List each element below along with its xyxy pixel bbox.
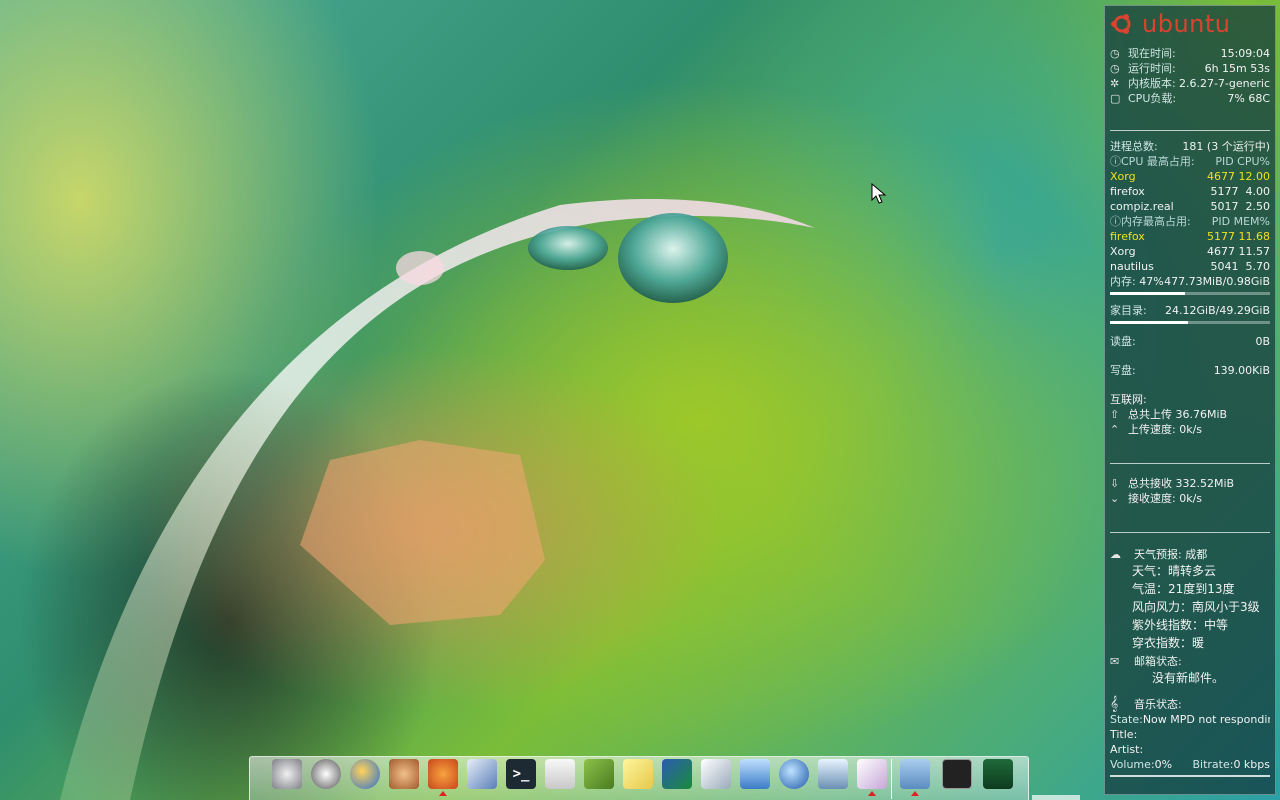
running-indicator [911,791,919,796]
mem-top-row: Xorg 4677 11.57 [1110,245,1270,258]
download-graph [1110,508,1270,533]
mouse-cursor-icon [871,183,887,204]
cpu-load-value: 7% 68C [1227,92,1270,105]
upload-total-row: ⇧ 总共上传 36.76MiB [1110,408,1228,421]
music-title-row: Title: [1110,728,1138,741]
ball-icon[interactable] [350,759,380,789]
uptime-icon: ◷ [1110,62,1120,75]
mathematics-icon[interactable] [662,759,692,789]
memory-usage-bar [1110,292,1270,295]
upload-arrow-icon: ⇧ [1110,408,1120,421]
package-icon[interactable] [857,759,887,789]
download-total-row: ⇩ 总共接收 332.52MiB [1110,477,1235,490]
water-drop-small [396,251,444,285]
clock-icon: ◷ [1110,47,1120,60]
chart-icon[interactable] [701,759,731,789]
disk-write-row: 写盘: 139.00KiB [1110,364,1270,377]
notes-icon[interactable] [623,759,653,789]
running-indicator [439,791,447,796]
music-volume-bitrate-row: Volume:0% Bitrate:0 kbps [1110,758,1270,771]
music-clef-icon: 𝄞 [1110,696,1119,712]
presentation-icon[interactable] [740,759,770,789]
info-icon: ⓘ [1110,215,1121,228]
globe-icon[interactable] [779,759,809,789]
music-header: 𝄞 音乐状态: [1110,696,1182,712]
current-time-value: 15:09:04 [1220,47,1270,60]
weather-cloud-icon: ☁ [1110,548,1121,561]
home-dir-usage-bar [1110,321,1270,324]
weather-city: 成都 [1185,548,1208,561]
cpu-top-header: ⓘCPU 最高占用: PID CPU% [1110,155,1270,168]
fox-icon[interactable] [428,759,458,789]
terminal-window-icon[interactable] [942,759,972,789]
cpu-top-row: compiz.real 5017 2.50 [1110,200,1270,213]
mem-top-row: firefox 5177 11.68 [1110,230,1270,243]
memory-row: 内存: 47% 477.73MiB/0.98GiB [1110,275,1270,288]
current-time-row: ◷ 现在时间: 15:09:04 [1110,47,1270,60]
process-total-row: 进程总数: 181 (3 个运行中) [1110,140,1270,153]
cpu-graph [1110,112,1270,131]
home-dir-row: 家目录: 24.12GiB/49.29GiB [1110,304,1270,317]
ubuntu-logo: ubuntu [1110,10,1270,38]
weather-line: 气温：21度到13度 [1132,582,1235,596]
movie-player-icon[interactable] [272,759,302,789]
mem-top-row: nautilus 5041 5.70 [1110,260,1270,273]
chevron-up-icon: ⌃ [1110,423,1120,436]
uptime-value: 6h 15m 53s [1204,62,1270,75]
folder-icon[interactable] [900,759,930,789]
internet-heading: 互联网: [1110,393,1147,406]
running-indicator [868,791,876,796]
water-drop-large [618,213,728,303]
mail-header: ✉ 邮箱状态: [1110,655,1182,668]
chevron-down-icon: ⌄ [1110,492,1120,505]
download-speed-row: ⌄ 接收速度: 0k/s [1110,492,1203,505]
bokeh-light [300,440,545,625]
ubuntu-logo-text: ubuntu [1142,9,1231,38]
cpu-top-row: Xorg 4677 12.00 [1110,170,1270,183]
photo-icon[interactable] [467,759,497,789]
mail-status: 没有新邮件。 [1152,671,1225,685]
dock-launcher: >_ [249,756,1029,800]
book-icon[interactable] [584,759,614,789]
computer-icon[interactable] [818,759,848,789]
weather-header: ☁ 天气预报: 成都 [1110,548,1208,561]
gear-icon: ✲ [1110,77,1120,90]
upload-graph [1110,439,1270,464]
process-total-value: 181 (3 个运行中) [1182,140,1270,153]
disk-write-graph [1110,380,1270,388]
weather-line: 紫外线指数：中等 [1132,618,1229,632]
cpu-load-row: ▢ CPU负载: 7% 68C [1110,92,1270,105]
water-drop-medium [528,226,608,270]
weather-line: 风向风力：南风小于3级 [1132,600,1260,614]
calculator-icon[interactable] [545,759,575,789]
taskbar-edge [1032,795,1080,800]
dock-separator [891,759,892,799]
music-artist-row: Artist: [1110,743,1144,756]
conky-system-monitor: ubuntu ◷ 现在时间: 15:09:04 ◷ 运行时间: 6h 15m 53s… [1104,5,1276,795]
cpu-icon: ▢ [1110,92,1121,105]
download-arrow-icon: ⇩ [1110,477,1120,490]
system-monitor-icon[interactable] [983,759,1013,789]
mem-top-header: ⓘ内存最高占用: PID MEM% [1110,215,1270,228]
kernel-row: ✲ 内核版本: 2.6.27-7-generic [1110,77,1270,90]
weather-line: 天气：晴转多云 [1132,564,1217,578]
music-progress-bar [1110,775,1270,777]
music-state-row: State: Now MPD not respondin [1110,713,1270,726]
headphones-icon[interactable] [311,759,341,789]
info-icon: ⓘ [1110,155,1121,168]
upload-speed-row: ⌃ 上传速度: 0k/s [1110,423,1203,436]
ubuntu-circle-of-friends-icon [1111,14,1131,34]
terminal-icon[interactable]: >_ [506,759,536,789]
rabbit-icon[interactable] [389,759,419,789]
kernel-value: 2.6.27-7-generic [1178,77,1270,90]
envelope-icon: ✉ [1110,655,1120,668]
uptime-row: ◷ 运行时间: 6h 15m 53s [1110,62,1270,75]
wallpaper [60,198,815,800]
weather-line: 穿衣指数：暖 [1132,636,1205,650]
cpu-top-row: firefox 5177 4.00 [1110,185,1270,198]
disk-read-row: 读盘: 0B [1110,335,1270,348]
